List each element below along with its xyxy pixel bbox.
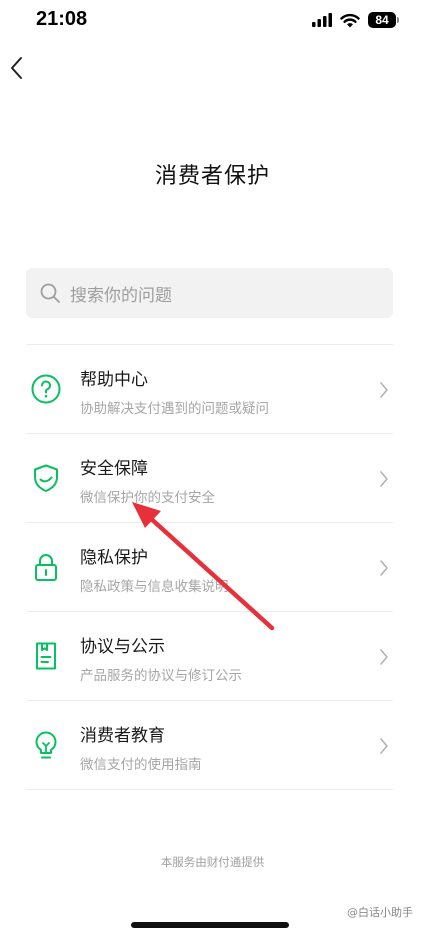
status-time: 21:08 — [36, 8, 88, 30]
menu-item-consumer-education[interactable]: 消费者教育 微信支付的使用指南 — [26, 701, 393, 789]
menu-item-privacy[interactable]: 隐私保护 隐私政策与信息收集说明 — [26, 523, 393, 611]
cellular-signal-icon — [312, 13, 332, 27]
menu-list: 帮助中心 协助解决支付遇到的问题或疑问 安全保障 微信保护你的支付安全 隐私保护… — [26, 344, 393, 790]
back-button[interactable] — [6, 54, 30, 82]
menu-item-help-center[interactable]: 帮助中心 协助解决支付遇到的问题或疑问 — [26, 345, 393, 433]
status-icons: 84 — [312, 12, 399, 28]
help-circle-icon — [31, 374, 61, 404]
chevron-right-icon — [380, 382, 388, 398]
chevron-right-icon — [380, 560, 388, 576]
search-input[interactable]: 搜索你的问题 — [26, 268, 393, 318]
chevron-right-icon — [380, 738, 388, 754]
document-icon — [36, 642, 56, 670]
chevron-right-icon — [380, 471, 388, 487]
menu-item-agreements[interactable]: 协议与公示 产品服务的协议与修订公示 — [26, 612, 393, 700]
menu-item-security[interactable]: 安全保障 微信保护你的支付安全 — [26, 434, 393, 522]
footer-note: 本服务由财付通提供 — [160, 855, 265, 869]
menu-item-subtitle: 产品服务的协议与修订公示 — [80, 668, 242, 684]
menu-item-title: 帮助中心 — [80, 370, 148, 390]
menu-item-title: 协议与公示 — [80, 637, 165, 657]
chevron-right-icon — [380, 649, 388, 665]
lightbulb-icon — [35, 731, 57, 759]
menu-item-subtitle: 隐私政策与信息收集说明 — [80, 579, 229, 595]
menu-item-subtitle: 微信保护你的支付安全 — [80, 490, 215, 506]
home-indicator[interactable] — [131, 922, 289, 928]
menu-item-title: 隐私保护 — [80, 548, 148, 568]
wifi-icon — [340, 13, 360, 27]
search-icon — [40, 283, 60, 303]
menu-item-subtitle: 协助解决支付遇到的问题或疑问 — [80, 401, 269, 417]
battery-level: 84 — [368, 12, 396, 28]
menu-item-title: 安全保障 — [80, 459, 148, 479]
search-placeholder: 搜索你的问题 — [70, 285, 172, 306]
shield-check-icon — [34, 464, 58, 492]
chevron-left-icon — [11, 57, 22, 79]
battery-indicator: 84 — [368, 12, 399, 28]
lock-icon — [35, 554, 57, 581]
watermark: @白话小助手 — [347, 906, 413, 919]
menu-item-subtitle: 微信支付的使用指南 — [80, 757, 202, 773]
page-title: 消费者保护 — [154, 164, 270, 189]
menu-item-title: 消费者教育 — [80, 726, 165, 746]
divider — [26, 789, 393, 790]
status-bar: 21:08 84 — [0, 0, 425, 44]
